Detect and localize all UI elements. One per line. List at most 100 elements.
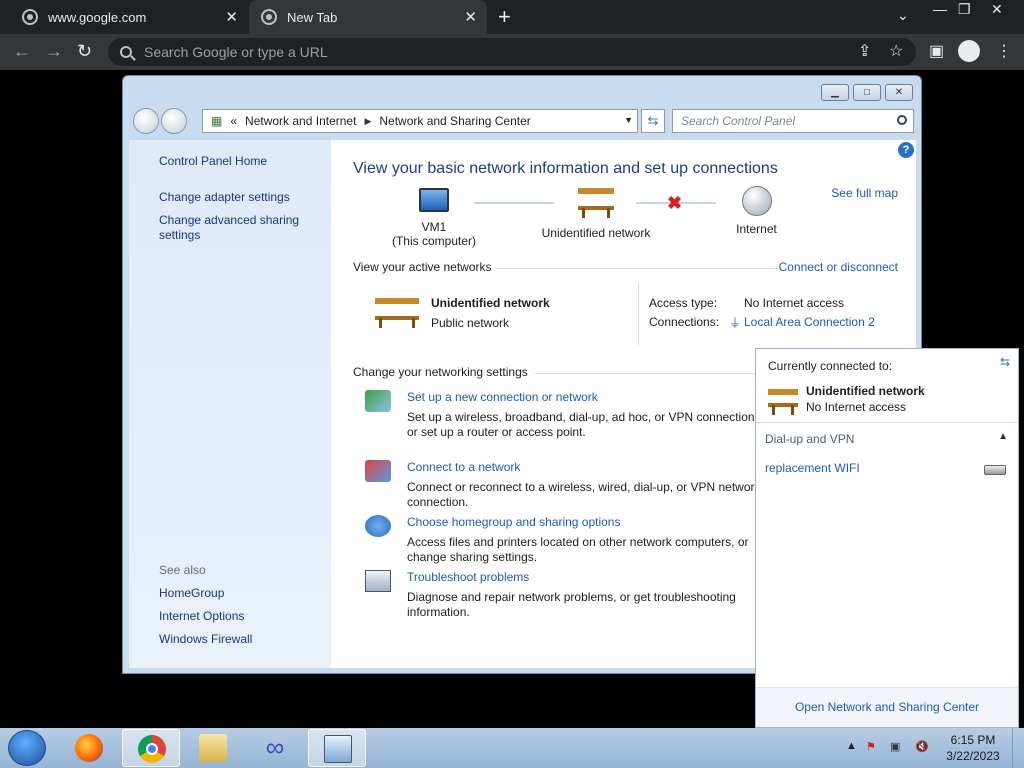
action-center-flag-icon[interactable]: ⚑ [866, 740, 876, 753]
profile-avatar[interactable] [958, 40, 980, 62]
search-icon[interactable] [897, 115, 907, 125]
dropdown-arrow-icon[interactable]: ▼ [624, 115, 633, 125]
network-type-link[interactable]: Public network [431, 316, 509, 330]
back-arrow-icon[interactable]: ← [13, 41, 31, 62]
current-connection-section: Currently connected to: ⇆ Unidentified n… [756, 349, 1018, 423]
forward-arrow-icon[interactable]: → [45, 41, 63, 62]
show-hidden-icons-chevron[interactable]: ▲ [846, 740, 857, 752]
forward-button[interactable] [161, 108, 187, 134]
computer-name: VM1 [421, 220, 447, 234]
minimize-button[interactable]: ▁ [821, 84, 849, 101]
collapse-chevron-icon[interactable]: ▲ [998, 431, 1008, 442]
close-tab-icon[interactable]: ✕ [464, 8, 477, 26]
chrome-icon [138, 735, 166, 763]
windows-firewall-link[interactable]: Windows Firewall [159, 632, 252, 646]
divider [496, 268, 778, 269]
tab-search-chevron-icon[interactable]: ⌄ [897, 7, 909, 24]
setup-connection-link[interactable]: Set up a new connection or network [407, 390, 598, 404]
back-button[interactable] [133, 108, 159, 134]
internet-options-link[interactable]: Internet Options [159, 609, 244, 623]
bench-network-icon [578, 188, 614, 218]
taskbar-chrome[interactable] [122, 729, 180, 767]
search-control-panel-input[interactable]: Search Control Panel [672, 109, 914, 133]
show-desktop-button[interactable] [1012, 728, 1024, 768]
close-window-button[interactable]: ✕ [991, 1, 1003, 18]
clock-time: 6:15 PM [950, 733, 996, 747]
disconnected-x-icon[interactable]: ✖ [667, 193, 682, 214]
divider [535, 373, 775, 374]
clock[interactable]: 6:15 PM 3/22/2023 [940, 732, 1006, 764]
task-description: Set up a wireless, broadband, dial-up, a… [407, 410, 758, 439]
new-tab-button[interactable]: + [498, 4, 511, 30]
taskbar-control-panel[interactable] [308, 729, 366, 767]
see-full-map-link[interactable]: See full map [831, 186, 898, 200]
local-area-connection-link[interactable]: Local Area Connection 2 [744, 315, 875, 329]
change-advanced-sharing-link[interactable]: Change advanced sharing settings [159, 213, 309, 243]
tab-title: New Tab [287, 9, 338, 25]
map-internet[interactable]: Internet [709, 186, 804, 236]
taskbar-firefox[interactable] [60, 729, 118, 767]
firefox-icon [75, 734, 103, 762]
networking-settings-header: Change your networking settings [353, 365, 528, 379]
map-computer[interactable]: VM1 (This computer) [369, 188, 499, 248]
restore-button[interactable]: ❐ [958, 1, 971, 18]
open-network-center-link[interactable]: Open Network and Sharing Center [795, 700, 979, 714]
vpn-item[interactable]: replacement WIFI [765, 461, 860, 475]
refresh-button[interactable]: ⇆ [641, 109, 665, 133]
maximize-button[interactable]: □ [853, 84, 881, 101]
side-panel-icon[interactable]: ▣ [929, 41, 944, 61]
bookmark-star-icon[interactable]: ☆ [889, 41, 903, 61]
connect-or-disconnect-link[interactable]: Connect or disconnect [779, 260, 898, 274]
tab-google[interactable]: www.google.com ✕ [8, 0, 248, 34]
change-adapter-settings-link[interactable]: Change adapter settings [159, 190, 290, 204]
menu-kebab-icon[interactable]: ⋮ [996, 41, 1012, 61]
control-panel-home-link[interactable]: Control Panel Home [159, 154, 267, 168]
control-panel-icon [324, 735, 352, 763]
tab-title: www.google.com [48, 9, 147, 25]
map-network[interactable]: Unidentified network [531, 188, 661, 240]
taskbar-explorer[interactable] [184, 729, 242, 767]
close-tab-icon[interactable]: ✕ [225, 8, 238, 26]
search-icon [120, 46, 132, 58]
bench-network-icon [768, 389, 798, 415]
breadcrumb-overflow-icon[interactable]: « [230, 114, 237, 128]
omnibox-placeholder: Search Google or type a URL [144, 44, 328, 60]
address-bar[interactable]: ▦ « Network and Internet ▶ Network and S… [202, 109, 638, 133]
start-button-windows-icon[interactable] [8, 730, 46, 766]
minimize-button[interactable]: — [933, 1, 947, 17]
close-button[interactable]: ✕ [885, 84, 913, 101]
reload-icon[interactable]: ↻ [77, 41, 92, 62]
active-networks-header: View your active networks [353, 260, 492, 274]
active-network-bench-icon [375, 298, 419, 328]
internet-globe-icon [741, 186, 772, 216]
internet-label: Internet [736, 222, 777, 236]
help-icon[interactable]: ? [898, 142, 914, 158]
breadcrumb-separator-icon[interactable]: ▶ [364, 116, 371, 127]
task-description: Access files and printers located on oth… [407, 535, 749, 564]
dialup-vpn-section-header[interactable]: Dial-up and VPN ▲ [756, 426, 1018, 452]
volume-muted-icon[interactable]: 🔇 [915, 740, 929, 753]
homegroup-link[interactable]: HomeGroup [159, 586, 224, 600]
tab-new-tab[interactable]: New Tab ✕ [249, 0, 487, 34]
browser-toolbar: ← → ↻ Search Google or type a URL ⇪ ☆ ▣ … [0, 34, 1024, 70]
breadcrumb-sharing-center[interactable]: Network and Sharing Center [379, 114, 530, 128]
homegroup-sharing-link[interactable]: Choose homegroup and sharing options [407, 515, 620, 529]
browser-tab-strip: www.google.com ✕ New Tab ✕ + ⌄ — ❐ ✕ [0, 0, 1024, 34]
network-tray-icon[interactable]: ▣ [890, 740, 900, 753]
computer-icon [419, 188, 449, 212]
taskbar-app-infinity[interactable]: ∞ [246, 729, 304, 767]
nav-buttons [133, 108, 187, 134]
access-type-label: Access type: [649, 296, 718, 310]
breadcrumb-network-internet[interactable]: Network and Internet [245, 114, 356, 128]
active-network-name: Unidentified network [431, 296, 550, 310]
search-placeholder: Search Control Panel [681, 114, 796, 128]
refresh-icon[interactable]: ⇆ [1000, 355, 1010, 369]
troubleshoot-icon [365, 570, 391, 592]
modem-icon [984, 465, 1006, 475]
omnibox[interactable]: Search Google or type a URL [108, 38, 916, 66]
taskbar: ∞ ▲ ⚑ ▣ 🔇 6:15 PM 3/22/2023 [0, 728, 1024, 768]
troubleshoot-problems-link[interactable]: Troubleshoot problems [407, 570, 529, 584]
share-icon[interactable]: ⇪ [858, 41, 871, 61]
connect-to-network-link[interactable]: Connect to a network [407, 460, 520, 474]
infinity-icon: ∞ [265, 732, 285, 762]
